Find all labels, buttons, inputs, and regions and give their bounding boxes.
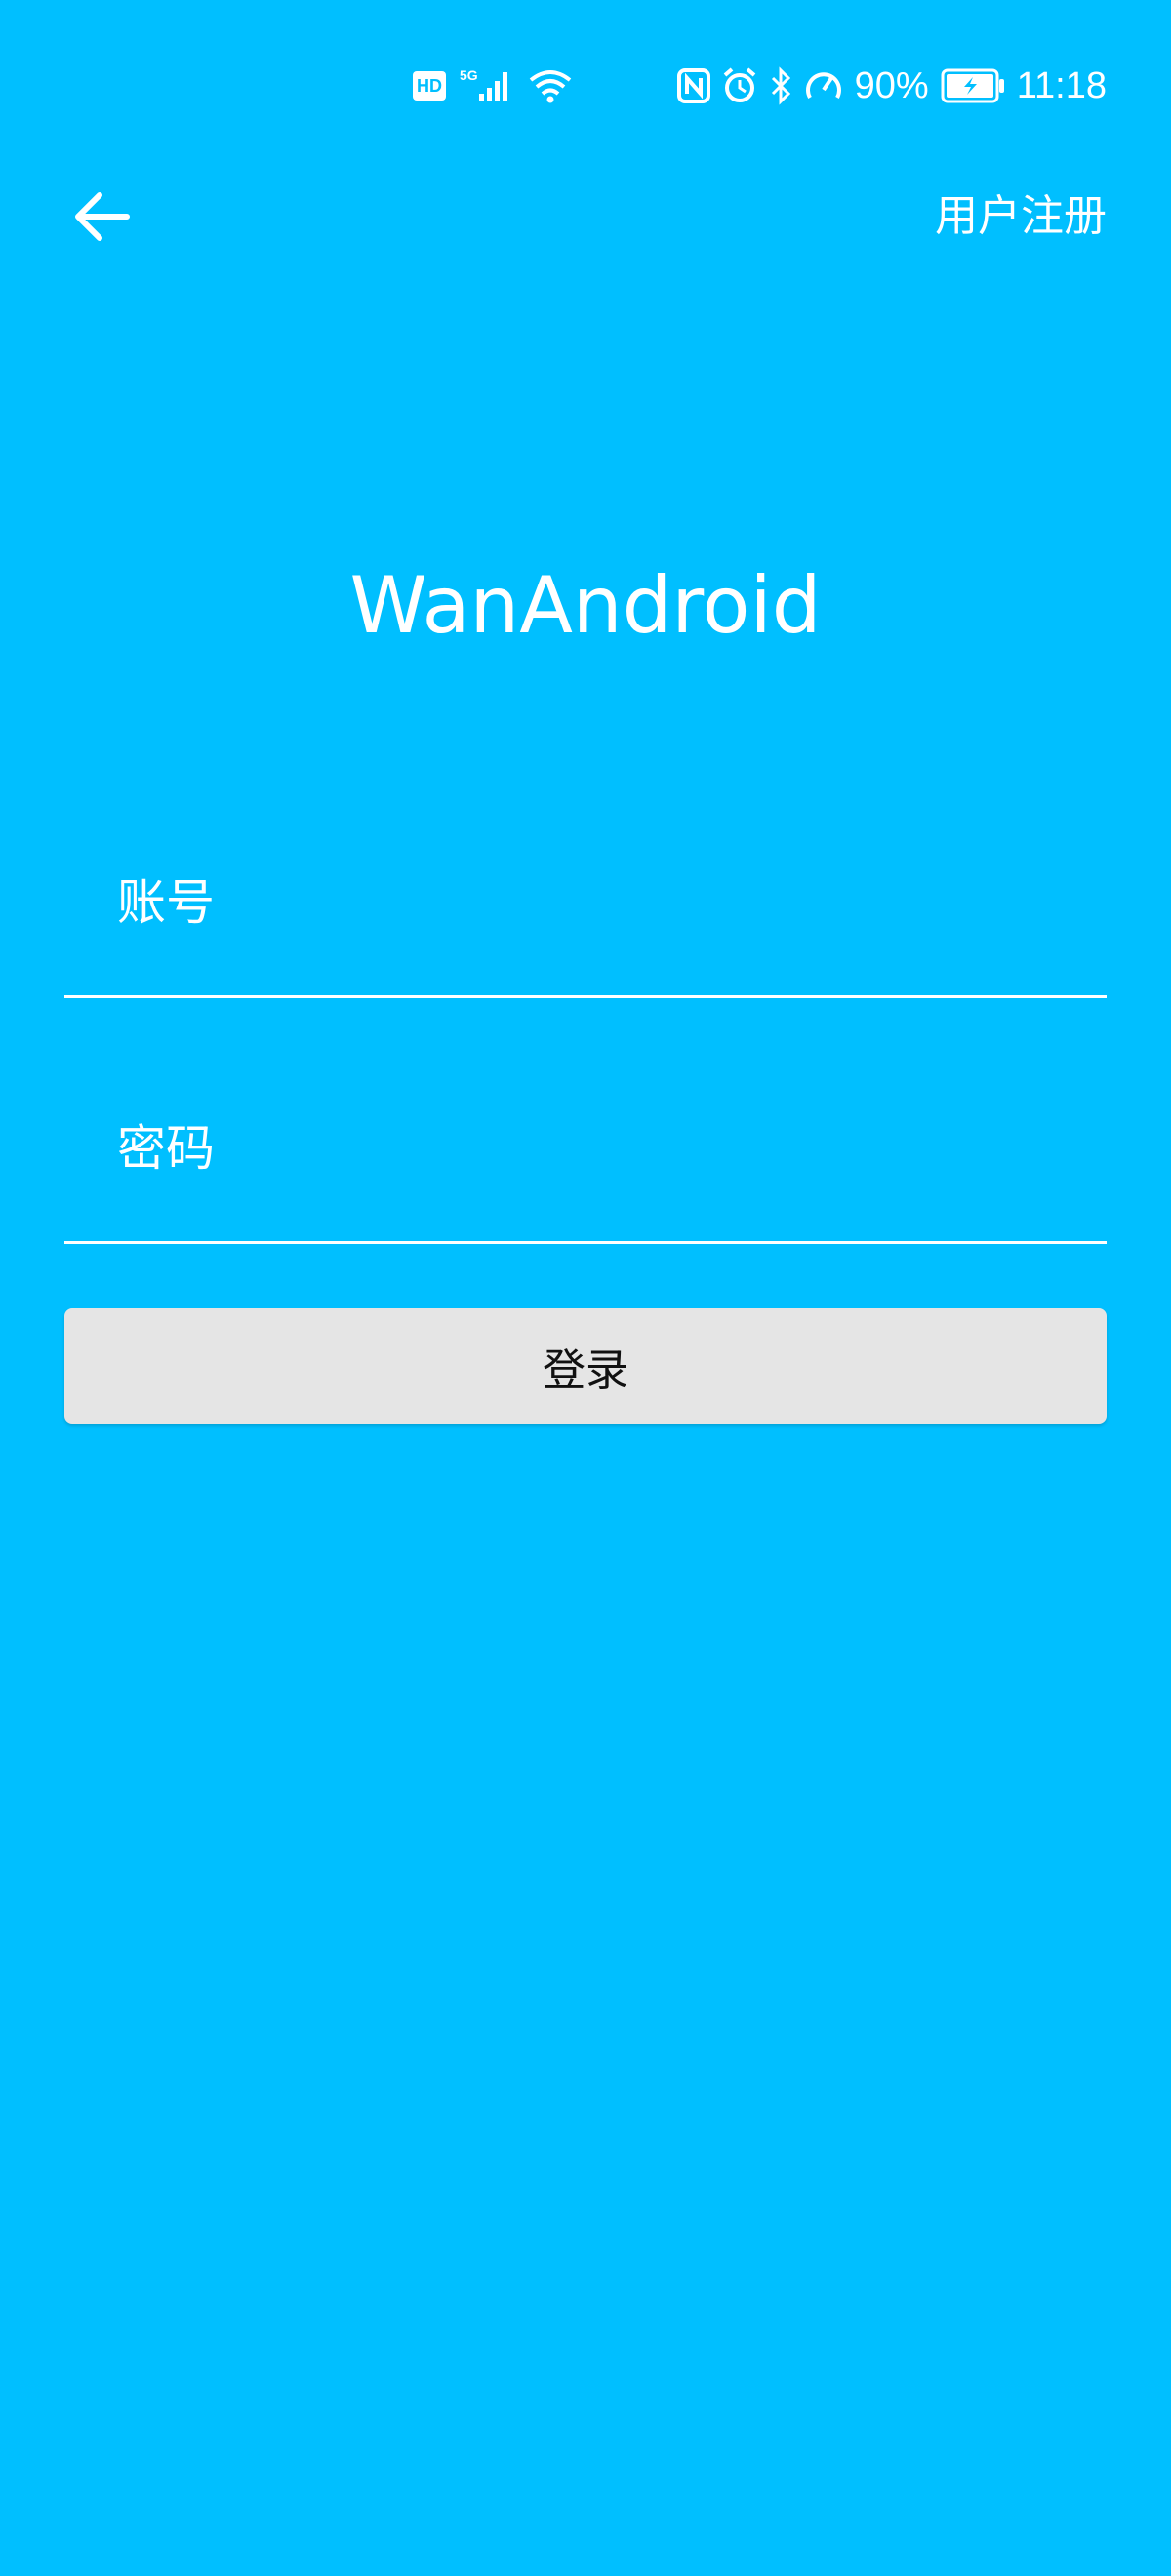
network-type-label: 5G <box>460 67 478 83</box>
account-input[interactable] <box>117 868 1073 937</box>
clock: 11:18 <box>1016 65 1107 106</box>
status-bar: HD 5G 90% 11:18 <box>0 0 1171 172</box>
toolbar: 用户注册 <box>0 172 1171 262</box>
password-field <box>64 1095 1107 1244</box>
alarm-icon <box>722 66 757 105</box>
battery-percent: 90% <box>854 65 929 106</box>
nfc-icon <box>676 66 710 105</box>
arrow-left-icon <box>75 192 130 241</box>
speed-icon <box>804 66 843 105</box>
login-button[interactable]: 登录 <box>64 1308 1107 1424</box>
hd-icon: HD <box>413 71 446 101</box>
back-button[interactable] <box>70 185 133 248</box>
wifi-icon <box>528 66 573 105</box>
status-bar-right: 90% 11:18 <box>676 65 1107 106</box>
status-bar-left: HD 5G <box>413 66 573 105</box>
account-field <box>64 849 1107 998</box>
battery-charging-icon <box>941 68 1005 103</box>
password-input[interactable] <box>117 1114 1073 1183</box>
app-title: WanAndroid <box>349 560 822 651</box>
register-link[interactable]: 用户注册 <box>935 191 1107 242</box>
signal-icon: 5G <box>460 66 514 105</box>
bluetooth-icon <box>769 66 792 105</box>
